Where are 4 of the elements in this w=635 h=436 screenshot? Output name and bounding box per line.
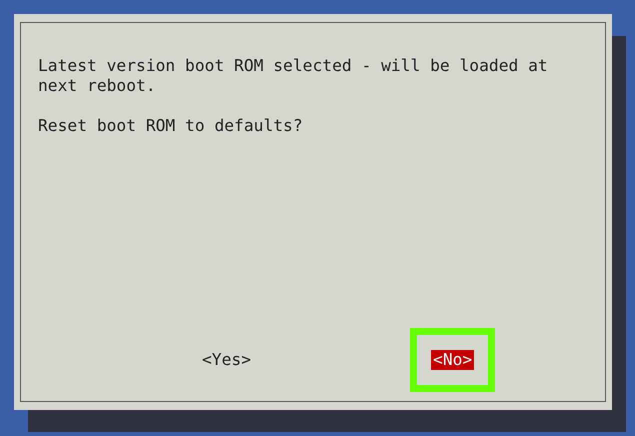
dialog-message: Reset boot ROM to defaults? — [38, 116, 304, 136]
dialog-message: Latest version boot ROM selected - will be loaded at next reboot. — [38, 56, 549, 96]
dialog-button[interactable]: <No> — [431, 350, 474, 370]
dialog-button[interactable]: <Yes> — [200, 350, 254, 370]
